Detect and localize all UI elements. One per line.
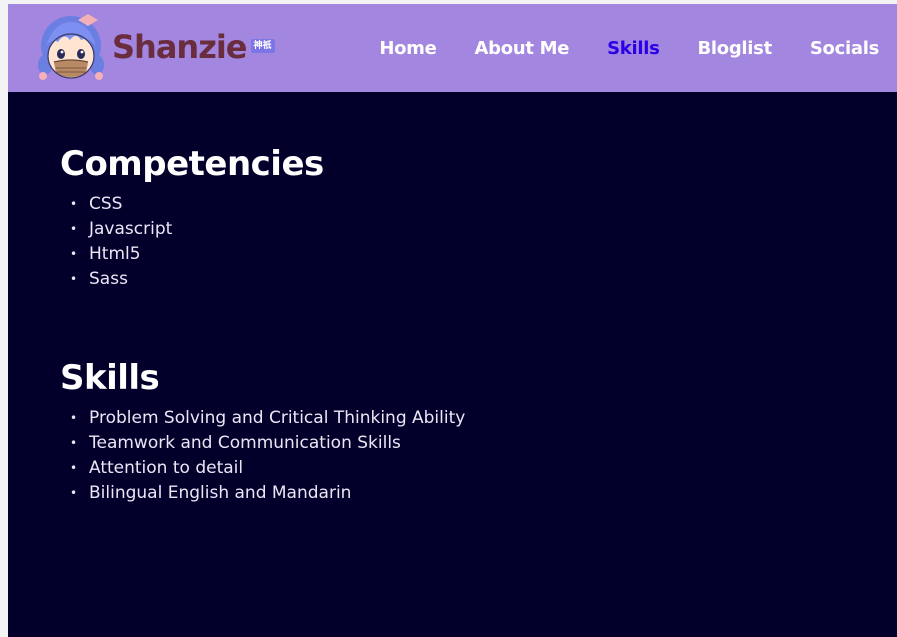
list-item-label: Javascript [89, 219, 173, 239]
bullet-dot-icon: • [70, 272, 78, 286]
avatar-icon [38, 14, 104, 80]
list-item: • Html5 [70, 242, 860, 267]
bullet-dot-icon: • [70, 436, 78, 450]
list-item-label: CSS [89, 194, 123, 214]
list-item: • Javascript [70, 217, 860, 242]
nav-socials[interactable]: Socials [810, 38, 879, 59]
list-item: • Attention to detail [70, 456, 860, 481]
nav-bloglist[interactable]: Bloglist [697, 38, 772, 59]
skills-section: Skills • Problem Solving and Critical Thi… [60, 358, 860, 506]
brand-badge: 神祇 [250, 39, 275, 53]
bullet-dot-icon: • [70, 486, 78, 500]
bullet-dot-icon: • [70, 461, 78, 475]
nav-skills[interactable]: Skills [607, 38, 660, 59]
list-item-label: Teamwork and Communication Skills [89, 433, 401, 453]
list-item-label: Sass [89, 269, 128, 289]
competencies-list: • CSS • Javascript • Html5 • Sass [60, 192, 860, 292]
site-header: Shanzie 神祇 Home About Me Skills Bloglist… [8, 4, 897, 92]
competencies-section: Competencies • CSS • Javascript • Html5 • Sa… [60, 144, 860, 292]
bullet-dot-icon: • [70, 247, 78, 261]
brand-logo-link[interactable]: Shanzie 神祇 [34, 10, 275, 88]
list-item-label: Attention to detail [89, 458, 244, 478]
list-item-label: Bilingual English and Mandarin [89, 483, 352, 503]
section-title-skills: Skills [60, 358, 160, 398]
page: Shanzie 神祇 Home About Me Skills Bloglist… [8, 4, 897, 637]
section-title-competencies: Competencies [60, 144, 324, 184]
list-item-label: Html5 [89, 244, 141, 264]
list-item: • Teamwork and Communication Skills [70, 431, 860, 456]
bullet-dot-icon: • [70, 222, 78, 236]
list-item: • Sass [70, 267, 860, 292]
bullet-dot-icon: • [70, 197, 78, 211]
skills-list: • Problem Solving and Critical Thinking A… [60, 406, 860, 506]
list-item: • Bilingual English and Mandarin [70, 481, 860, 506]
list-item: • Problem Solving and Critical Thinking A… [70, 406, 860, 431]
bullet-dot-icon: • [70, 411, 78, 425]
nav-home[interactable]: Home [379, 38, 437, 59]
nav-about-me[interactable]: About Me [475, 38, 570, 59]
main-nav: Home About Me Skills Bloglist Socials [341, 4, 879, 92]
list-item-label: Problem Solving and Critical Thinking Ab… [89, 408, 466, 428]
list-item: • CSS [70, 192, 860, 217]
brand-name: Shanzie [112, 28, 247, 66]
